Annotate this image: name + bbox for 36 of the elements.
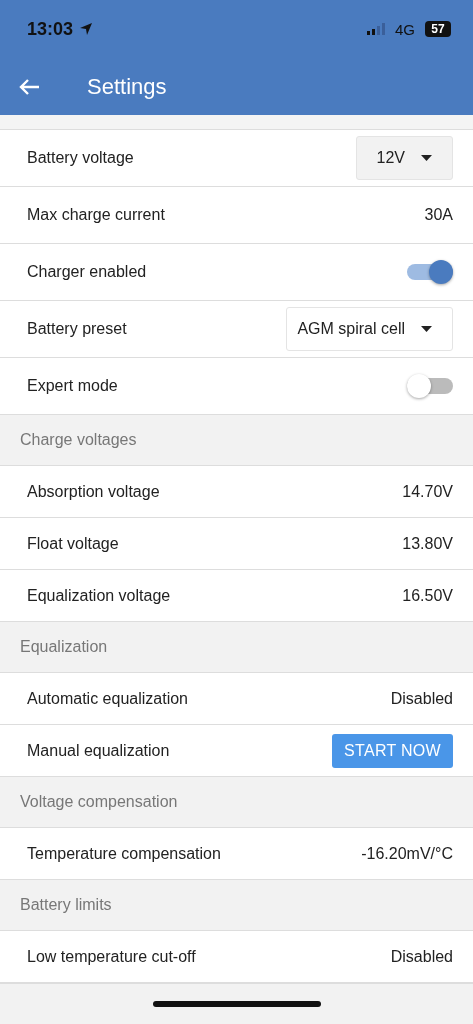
section-header: Battery limits xyxy=(0,880,473,931)
setting-value: Disabled xyxy=(390,689,453,708)
setting-value: 30A xyxy=(424,206,453,224)
toggle-switch[interactable] xyxy=(407,374,453,398)
page-title: Settings xyxy=(87,73,167,100)
status-time: 13:03 xyxy=(27,18,74,40)
setting-value: 16.50V xyxy=(402,586,453,605)
setting-label: Equalization voltage xyxy=(27,586,171,605)
setting-label: Absorption voltage xyxy=(27,482,160,501)
caret-icon xyxy=(421,326,432,332)
setting-label: Expert mode xyxy=(27,377,118,395)
setting-label: Battery preset xyxy=(27,320,127,338)
battery-indicator: 57 xyxy=(425,21,451,37)
network-label: 4G xyxy=(395,20,415,38)
setting-value: 13.80V xyxy=(402,534,453,553)
setting-value: Disabled xyxy=(390,947,453,966)
location-arrow-icon xyxy=(79,22,94,36)
dropdown[interactable]: AGM spiral cell xyxy=(286,307,453,351)
setting-value: -16.20mV/°C xyxy=(361,844,453,863)
section-header: Equalization xyxy=(0,622,473,673)
setting-label: Float voltage xyxy=(27,534,119,553)
setting-label: Battery voltage xyxy=(27,149,134,167)
setting-value: 14.70V xyxy=(402,482,453,501)
caret-icon xyxy=(421,155,432,161)
section-header: Voltage compensation xyxy=(0,777,473,828)
setting-label: Automatic equalization xyxy=(27,689,188,708)
dropdown[interactable]: 12V xyxy=(355,136,453,180)
setting-label: Charger enabled xyxy=(27,263,147,281)
setting-label: Temperature compensation xyxy=(27,844,221,863)
setting-label: Max charge current xyxy=(27,206,165,224)
setting-label: Low temperature cut-off xyxy=(27,947,196,966)
section-header: Charge voltages xyxy=(0,415,473,466)
signal-icon xyxy=(367,23,385,35)
back-arrow-icon[interactable] xyxy=(18,77,40,96)
toggle-switch[interactable] xyxy=(407,260,453,284)
setting-label: Manual equalization xyxy=(27,741,170,760)
